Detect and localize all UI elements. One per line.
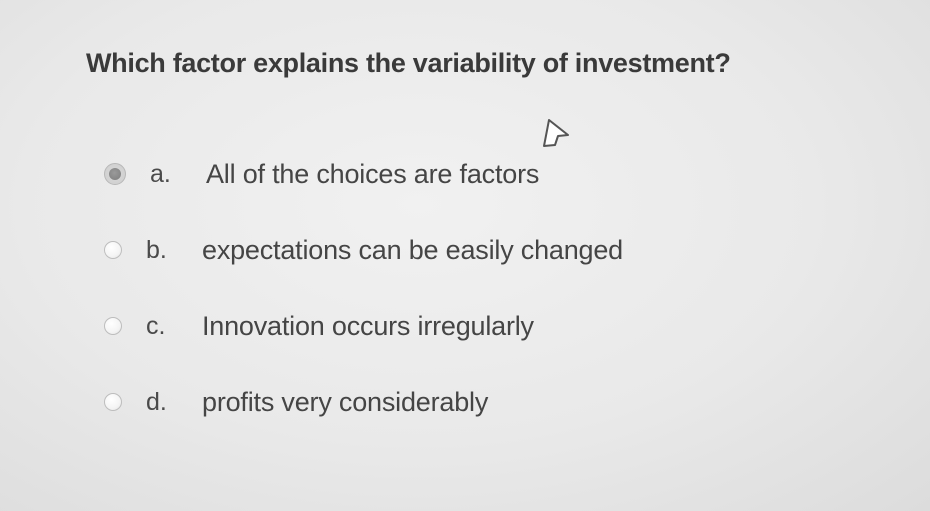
radio-button-selected[interactable] [104,163,126,185]
option-label: profits very considerably [202,386,489,417]
radio-button[interactable] [104,241,122,259]
option-b[interactable]: b. expectations can be easily changed [104,230,623,270]
option-label: All of the choices are factors [206,158,540,189]
question-text: Which factor explains the variability of… [86,48,731,78]
mouse-pointer-icon [543,119,569,147]
option-d[interactable]: d. profits very considerably [104,382,488,422]
radio-button[interactable] [104,393,122,411]
option-label: Innovation occurs irregularly [202,310,534,341]
option-c[interactable]: c. Innovation occurs irregularly [104,306,534,346]
radio-button[interactable] [104,317,122,335]
option-letter: a. [150,159,171,188]
option-letter: d. [146,387,167,416]
option-letter: c. [146,311,166,340]
radio-dot [109,168,121,180]
option-label: expectations can be easily changed [202,234,623,265]
quiz-screen: Which factor explains the variability of… [0,0,930,511]
option-letter: b. [146,235,167,264]
option-a[interactable]: a. All of the choices are factors [104,154,539,194]
